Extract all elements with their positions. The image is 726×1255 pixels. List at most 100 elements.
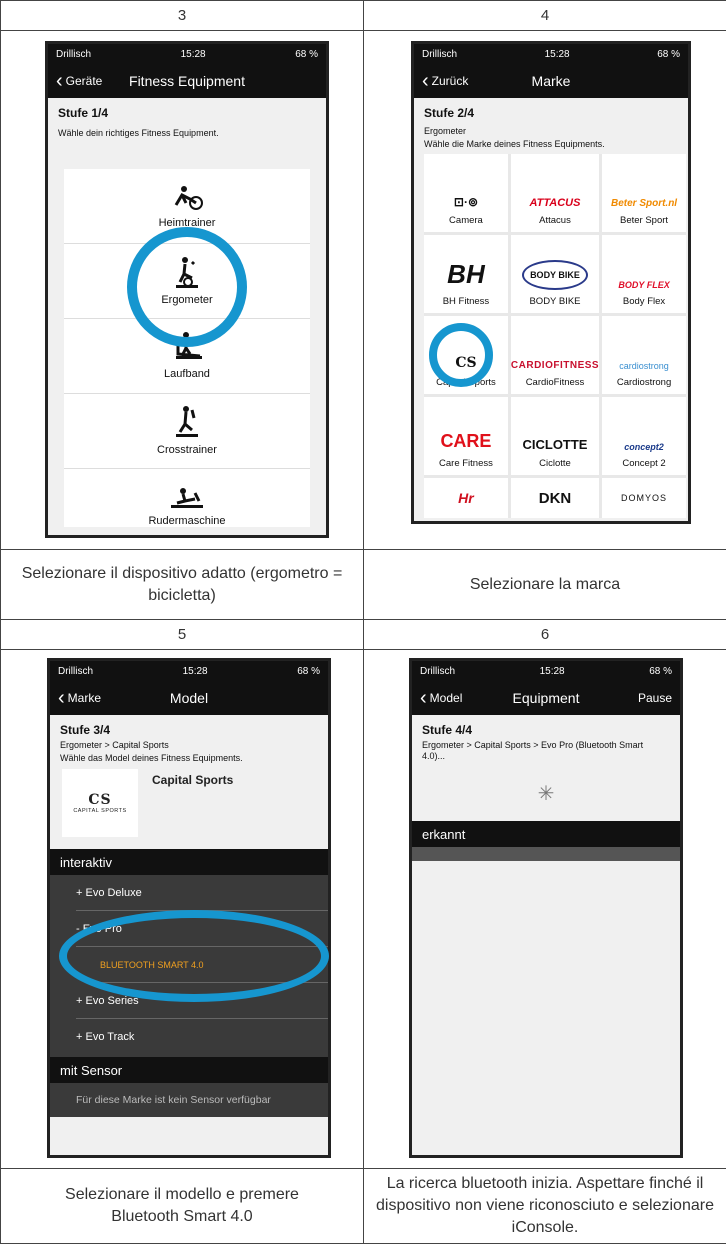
camera-logo-icon: ⊡·⊚: [453, 195, 478, 209]
back-button[interactable]: ‹ Geräte: [56, 71, 102, 91]
equipment-label: Heimtrainer: [158, 217, 216, 229]
back-button[interactable]: ‹ Zurück: [422, 71, 468, 91]
beter-sport-logo-icon: Beter Sport.nl: [610, 198, 678, 209]
step-label: Stufe 3/4: [60, 723, 111, 737]
section-erkannt: erkannt: [412, 821, 680, 847]
domyos-logo-icon: DOMYOS: [621, 493, 668, 503]
status-bar: Drillisch 15:28 68 %: [412, 661, 680, 681]
carrier-label: Drillisch: [422, 48, 457, 60]
status-bar: Drillisch 15:28 68 %: [414, 44, 688, 64]
time-label: 15:28: [180, 48, 206, 60]
brand-item-cardiostrong[interactable]: cardiostrong Cardiostrong: [602, 316, 686, 394]
step-subtitle: Ergometer > Capital Sports > Evo Pro (Bl…: [422, 740, 644, 761]
brand-label: Cardiostrong: [616, 377, 672, 388]
brand-label: Care Fitness: [439, 458, 493, 469]
brand-item-capital-sports[interactable]: CS Capital Sports: [424, 316, 508, 394]
rower-icon: [171, 487, 203, 508]
brand-label: Camera: [449, 215, 483, 226]
brand-item-bh-fitness[interactable]: BH BH Fitness: [424, 235, 508, 313]
ergometer-icon: [176, 257, 198, 288]
brand-label: Body Flex: [622, 296, 666, 307]
step-subtitle-2: Wähle die Marke deines Fitness Equipment…: [424, 139, 605, 149]
model-row-evo-series[interactable]: + Evo Series: [76, 983, 328, 1019]
brand-item-camera[interactable]: ⊡·⊚ Camera: [424, 154, 508, 232]
section-interaktiv: interaktiv: [50, 849, 328, 875]
screenshot-cell-6: Drillisch 15:28 68 % ‹ Model Equipment Pa…: [363, 649, 726, 1169]
brand-label: BODY BIKE: [529, 296, 581, 307]
brand-item-concept2[interactable]: concept2 Concept 2: [602, 397, 686, 475]
pause-button[interactable]: Pause: [638, 691, 672, 705]
nav-bar: ‹ Geräte Fitness Equipment: [48, 64, 326, 98]
status-bar: Drillisch 15:28 68 %: [48, 44, 326, 64]
nav-bar: ‹ Model Equipment Pause: [412, 681, 680, 715]
brand-name: Capital Sports: [152, 773, 234, 787]
body-flex-logo-icon: BODY FLEX: [618, 280, 670, 290]
crosstrainer-icon: [176, 406, 198, 437]
equipment-item-crosstrainer[interactable]: Crosstrainer: [64, 394, 310, 469]
time-label: 15:28: [544, 48, 570, 60]
brand-item-body-flex[interactable]: BODY FLEX Body Flex: [602, 235, 686, 313]
model-row-evo-pro[interactable]: - Evo Pro: [76, 911, 328, 947]
equipment-item-ergometer[interactable]: Ergometer: [64, 244, 310, 319]
back-label: Model: [429, 691, 463, 705]
capital-sports-logo-icon: CS: [455, 355, 477, 371]
brand-item-attacus[interactable]: ATTACUS Attacus: [510, 154, 600, 232]
brand-item-ciclotte[interactable]: CICLOTTE Ciclotte: [510, 397, 600, 475]
back-label: Zurück: [431, 74, 469, 88]
capital-sports-logo: CS CAPITAL SPORTS: [62, 769, 138, 837]
brand-label: Ciclotte: [539, 458, 571, 469]
caption-5: Selezionare il modello e premere Bluetoo…: [0, 1168, 364, 1244]
equipment-item-laufband[interactable]: Laufband: [64, 319, 310, 394]
logo-caption: CAPITAL SPORTS: [73, 808, 127, 814]
bluetooth-smart-option[interactable]: BLUETOOTH SMART 4.0: [100, 947, 328, 983]
no-sensor-message: Für diese Marke ist kein Sensor verfügba…: [50, 1083, 328, 1117]
bike-icon: [174, 186, 203, 210]
device-list: [412, 847, 680, 861]
attacus-logo-icon: ATTACUS: [529, 197, 581, 209]
body-bike-logo-icon: BODY BIKE: [522, 260, 588, 290]
nav-bar: ‹ Marke Model: [50, 681, 328, 715]
brand-item-beter-sport[interactable]: Beter Sport.nl Beter Sport: [602, 154, 686, 232]
brand-label: BH Fitness: [442, 296, 490, 307]
brand-item-domyos[interactable]: DOMYOS: [602, 478, 686, 518]
concept2-logo-icon: concept2: [624, 442, 664, 452]
phone-screen-fitness-equipment: Drillisch 15:28 68 % ‹ Geräte Fitness Equ…: [45, 41, 329, 538]
back-label: Geräte: [65, 74, 103, 88]
equipment-list: Heimtrainer Ergometer Laufband Crosstrai…: [64, 169, 310, 527]
caption-4: Selezionare la marca: [363, 549, 726, 620]
step-number-5: 5: [0, 619, 364, 650]
carrier-label: Drillisch: [420, 665, 455, 677]
model-row-evo-deluxe[interactable]: + Evo Deluxe: [76, 875, 328, 911]
caption-6: La ricerca bluetooth inizia. Aspettare f…: [363, 1168, 726, 1244]
brand-label: Concept 2: [622, 458, 666, 469]
chevron-left-icon: ‹: [58, 687, 65, 709]
chevron-left-icon: ‹: [420, 687, 427, 709]
caption-3: Selezionare il dispositivo adatto (ergom…: [0, 549, 364, 620]
brand-item-cardiofitness[interactable]: CARDIOFITNESS CardioFitness: [510, 316, 600, 394]
back-label: Marke: [67, 691, 102, 705]
hr-logo-icon: Hr: [458, 490, 474, 506]
step-label: Stufe 1/4: [58, 106, 109, 120]
back-button[interactable]: ‹ Marke: [58, 688, 101, 708]
equipment-label: Laufband: [164, 368, 210, 380]
model-row-evo-track[interactable]: + Evo Track: [76, 1019, 328, 1055]
chevron-left-icon: ‹: [422, 70, 429, 92]
section-mit-sensor: mit Sensor: [50, 1057, 328, 1083]
step-label: Stufe 4/4: [422, 723, 473, 737]
back-button[interactable]: ‹ Model: [420, 688, 462, 708]
brand-item-body-bike[interactable]: BODY BIKE BODY BIKE: [510, 235, 600, 313]
cardiostrong-logo-icon: cardiostrong: [619, 361, 669, 371]
brand-item-care-fitness[interactable]: CARE Care Fitness: [424, 397, 508, 475]
cardiofitness-logo-icon: CARDIOFITNESS: [510, 360, 600, 371]
equipment-item-rudermaschine[interactable]: Rudermaschine: [64, 469, 310, 535]
model-list: + Evo Deluxe - Evo Pro BLUETOOTH SMART 4…: [50, 875, 328, 1057]
carrier-label: Drillisch: [56, 48, 91, 60]
time-label: 15:28: [539, 665, 565, 677]
brand-label: Beter Sport: [620, 215, 669, 226]
equipment-label: Crosstrainer: [157, 444, 217, 456]
brand-item-hr[interactable]: Hr: [424, 478, 508, 518]
brand-item-dkn[interactable]: DKN: [510, 478, 600, 518]
equipment-item-heimtrainer[interactable]: Heimtrainer: [64, 169, 310, 244]
equipment-label: Rudermaschine: [148, 514, 226, 527]
phone-screen-model: Drillisch 15:28 68 % ‹ Marke Model Stufe …: [47, 658, 331, 1158]
